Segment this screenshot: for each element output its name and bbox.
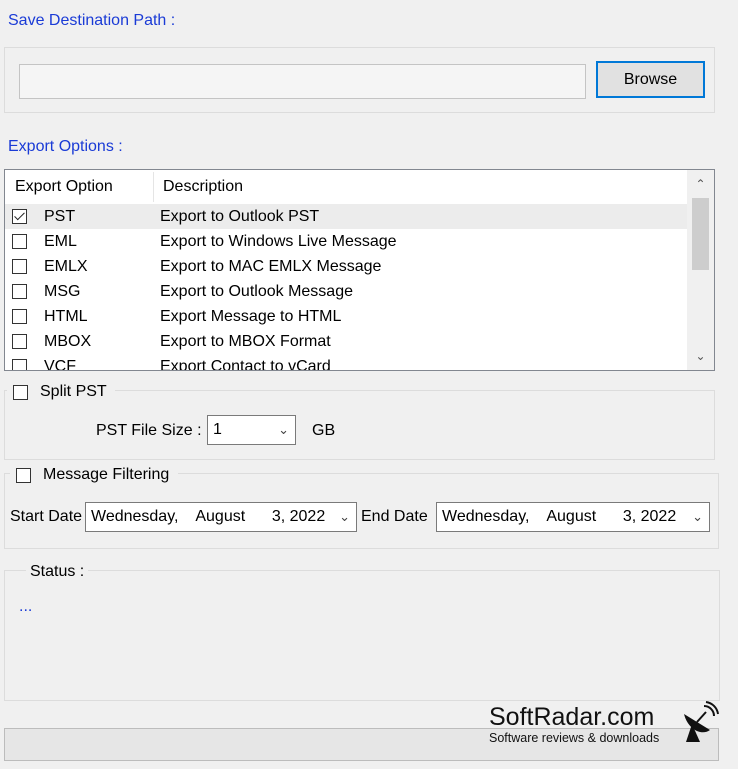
option-description: Export Contact to vCard — [160, 358, 331, 371]
satellite-dish-icon — [684, 701, 719, 742]
option-description: Export to Outlook Message — [160, 283, 353, 300]
message-filtering-label: Message Filtering — [43, 466, 170, 483]
list-item-html[interactable]: HTML Export Message to HTML — [5, 304, 687, 329]
vcf-checkbox[interactable] — [12, 359, 27, 370]
msg-checkbox[interactable] — [12, 284, 27, 299]
destination-path-input[interactable] — [19, 64, 586, 99]
start-date-value: Wednesday, August 3, 2022 — [91, 508, 326, 525]
pst-checkbox[interactable] — [12, 209, 27, 224]
message-filtering-checkbox[interactable] — [16, 468, 31, 483]
end-date-picker[interactable]: Wednesday, August 3, 2022 ⌄ — [436, 502, 710, 532]
option-name: MBOX — [44, 333, 92, 350]
option-name: EML — [44, 233, 77, 250]
pst-file-size-select[interactable]: 1 ⌄ — [207, 415, 296, 445]
softradar-watermark: SoftRadar.com Software reviews & downloa… — [489, 703, 659, 745]
list-item-vcf[interactable]: VCF Export Contact to vCard — [5, 354, 687, 371]
split-pst-label: Split PST — [40, 383, 107, 400]
status-text: ... — [19, 598, 33, 615]
list-item-pst[interactable]: PST Export to Outlook PST — [5, 204, 687, 229]
option-description: Export to MBOX Format — [160, 333, 331, 350]
save-destination-label: Save Destination Path : — [8, 12, 176, 29]
pst-file-size-value: 1 — [213, 421, 222, 438]
option-description: Export Message to HTML — [160, 308, 342, 325]
eml-checkbox[interactable] — [12, 234, 27, 249]
list-scrollbar[interactable]: ⌃ ⌄ — [687, 170, 714, 370]
option-description: Export to MAC EMLX Message — [160, 258, 382, 275]
pst-file-size-label: PST File Size : — [96, 422, 202, 439]
list-header: Export Option Description — [5, 170, 687, 204]
start-date-picker[interactable]: Wednesday, August 3, 2022 ⌄ — [85, 502, 357, 532]
chevron-down-icon[interactable]: ⌄ — [339, 503, 350, 531]
list-item-emlx[interactable]: EMLX Export to MAC EMLX Message — [5, 254, 687, 279]
scroll-up-icon[interactable]: ⌃ — [687, 172, 714, 196]
end-date-value: Wednesday, August 3, 2022 — [442, 508, 677, 525]
scroll-down-icon[interactable]: ⌄ — [687, 344, 714, 368]
column-header-description[interactable]: Description — [155, 170, 685, 204]
option-name: EMLX — [44, 258, 88, 275]
watermark-subtitle: Software reviews & downloads — [489, 731, 660, 745]
split-pst-checkbox[interactable] — [13, 385, 28, 400]
export-options-label: Export Options : — [8, 138, 123, 155]
status-label: Status : — [26, 562, 89, 582]
browse-button[interactable]: Browse — [596, 61, 705, 98]
option-description: Export to Windows Live Message — [160, 233, 397, 250]
status-group — [4, 570, 720, 701]
option-name: VCF — [44, 358, 76, 371]
option-name: PST — [44, 208, 76, 225]
option-name: HTML — [44, 308, 88, 325]
option-name: MSG — [44, 283, 81, 300]
watermark-title: SoftRadar.com — [489, 703, 655, 731]
column-header-export-option[interactable]: Export Option — [7, 170, 153, 204]
list-item-msg[interactable]: MSG Export to Outlook Message — [5, 279, 687, 304]
export-options-list[interactable]: Export Option Description PST Export to … — [4, 169, 715, 371]
list-item-eml[interactable]: EML Export to Windows Live Message — [5, 229, 687, 254]
mbox-checkbox[interactable] — [12, 334, 27, 349]
scroll-thumb[interactable] — [692, 198, 709, 270]
start-date-label: Start Date — [10, 508, 83, 525]
emlx-checkbox[interactable] — [12, 259, 27, 274]
option-description: Export to Outlook PST — [160, 208, 320, 225]
html-checkbox[interactable] — [12, 309, 27, 324]
end-date-label: End Date — [361, 508, 428, 525]
chevron-down-icon[interactable]: ⌄ — [692, 503, 703, 531]
chevron-down-icon[interactable]: ⌄ — [278, 416, 289, 444]
list-item-mbox[interactable]: MBOX Export to MBOX Format — [5, 329, 687, 354]
file-size-unit: GB — [312, 422, 336, 439]
